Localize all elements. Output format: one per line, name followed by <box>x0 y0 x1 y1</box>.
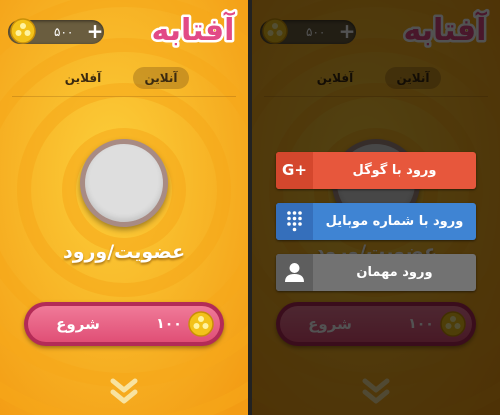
home-screen: ۵۰۰ + آفتابه آنلاین آفلاین عضویت/ورود شر… <box>0 0 248 415</box>
tab-online[interactable]: آنلاین <box>133 67 189 89</box>
coin-amount: ۵۰۰ <box>54 25 74 39</box>
start-cost: ۱۰۰ <box>156 316 182 332</box>
mobile-login-label: ورود با شماره موبایل <box>325 214 464 229</box>
guest-login-button[interactable]: ورود مهمان <box>276 254 476 291</box>
app-logo: آفتابه <box>149 9 238 51</box>
login-register-label[interactable]: عضویت/ورود <box>24 238 224 266</box>
start-button-face: شروع ۱۰۰ <box>28 306 220 342</box>
avatar-placeholder[interactable] <box>80 139 168 227</box>
logo-text: آفتابه <box>152 11 236 48</box>
dialpad-icon <box>276 203 313 240</box>
google-plus-icon: G+ <box>276 152 313 189</box>
start-label: شروع <box>56 315 100 333</box>
plus-icon[interactable]: + <box>86 21 104 42</box>
tab-offline[interactable]: آفلاین <box>55 67 111 89</box>
start-button[interactable]: شروع ۱۰۰ <box>24 302 224 346</box>
google-login-button[interactable]: G+ ورود با گوگل <box>276 152 476 189</box>
double-chevron-down-icon[interactable] <box>109 378 139 406</box>
login-screen: ۵۰۰ + آفتابه آنلاین آفلاین عضویت/ورود شر… <box>252 0 500 415</box>
tabs-divider <box>12 96 236 97</box>
coin-icon <box>188 311 214 337</box>
coin-balance: ۵۰۰ + <box>8 18 104 44</box>
coin-icon <box>10 18 36 44</box>
google-login-label: ورود با گوگل <box>352 163 437 178</box>
user-icon <box>276 254 313 291</box>
guest-login-label: ورود مهمان <box>356 265 433 280</box>
mobile-login-button[interactable]: ورود با شماره موبایل <box>276 203 476 240</box>
